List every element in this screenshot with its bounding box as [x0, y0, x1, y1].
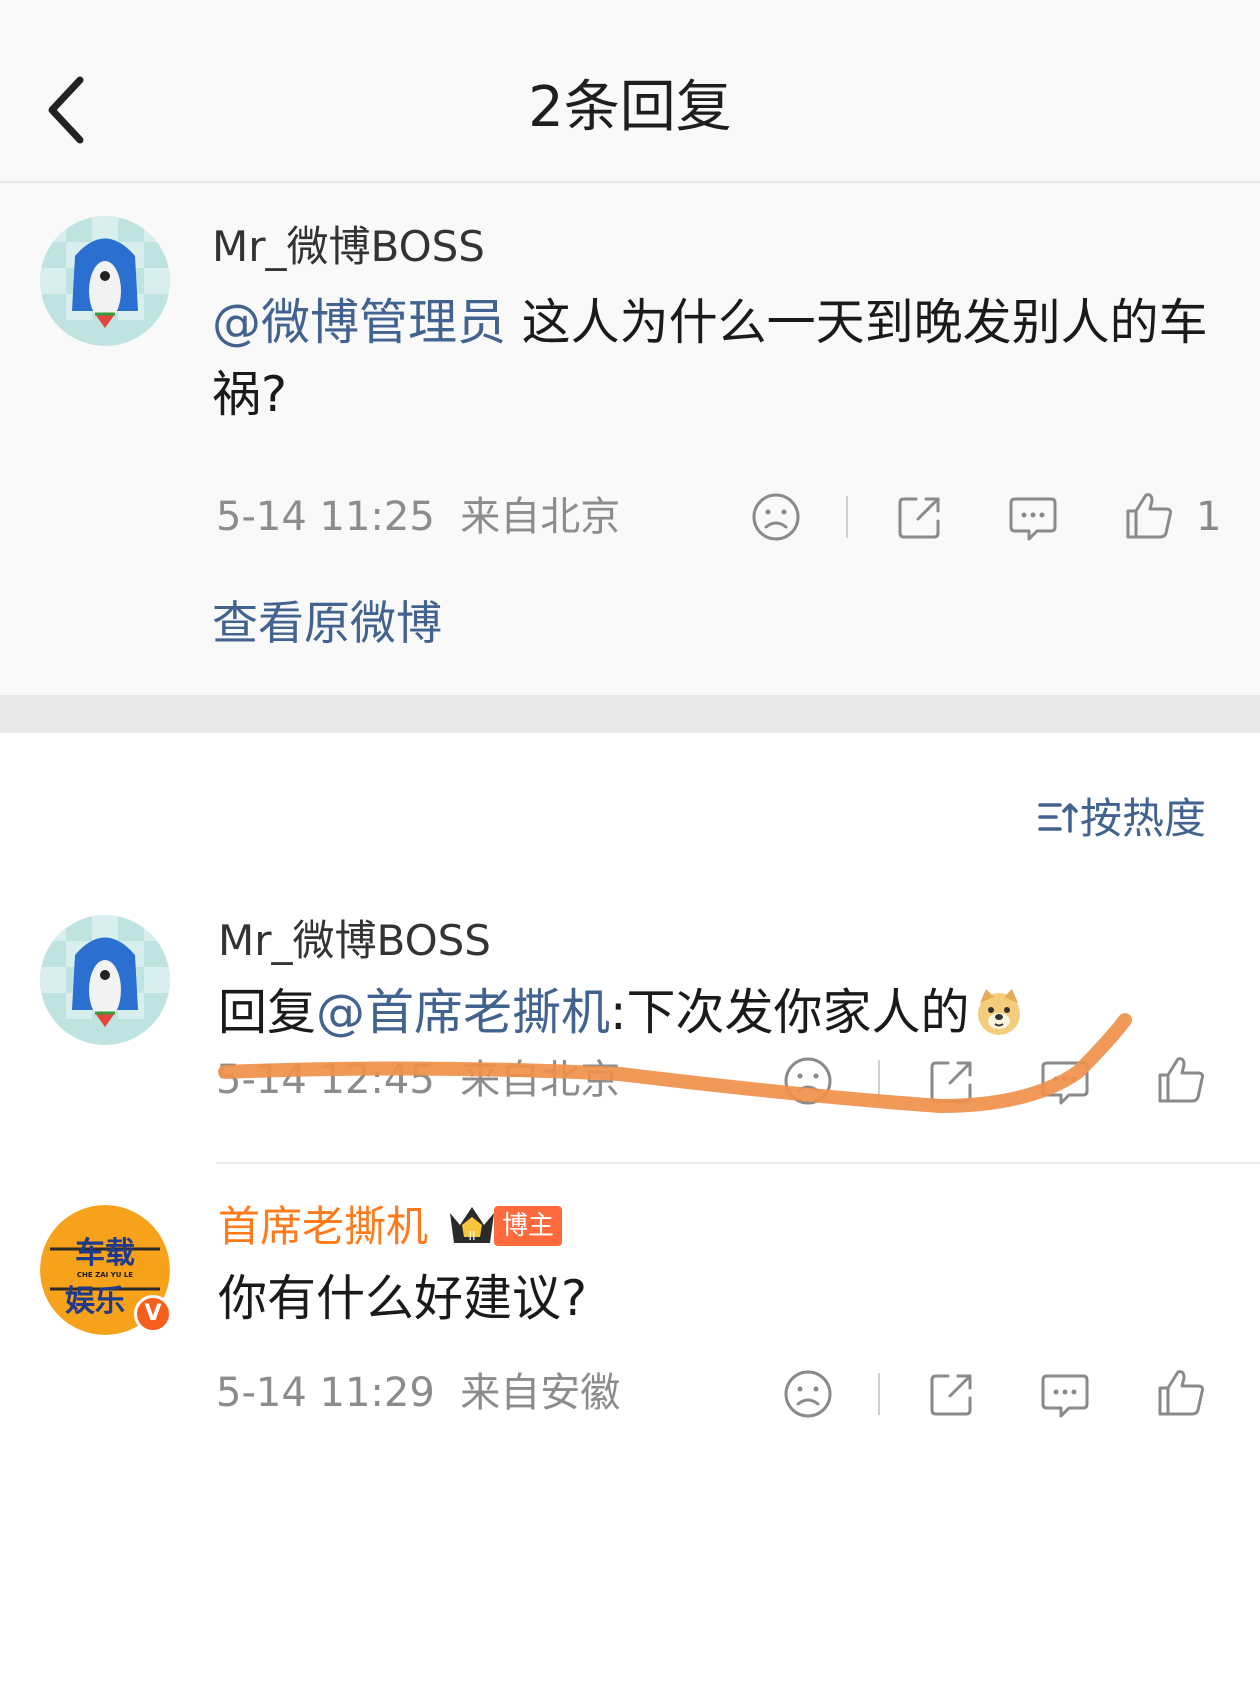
verified-label: V — [144, 1301, 162, 1326]
comment-icon — [1041, 1061, 1089, 1105]
avatar-subtext: CHE ZAI YU LE — [77, 1271, 133, 1279]
dislike-button[interactable] — [748, 489, 804, 545]
thumbs-up-icon — [1158, 1370, 1204, 1416]
fan-badge[interactable]: II 博主 — [446, 1203, 563, 1249]
comment-text: @微博管理员 这人为什么一天到晚发别人的车祸? — [212, 287, 1212, 431]
username[interactable]: Mr_微博BOSS — [218, 913, 491, 969]
reply-text: 回复@首席老撕机:下次发你家人的 — [218, 977, 1218, 1049]
timestamp: 5-14 11:25 — [216, 494, 435, 540]
sad-face-icon — [752, 493, 800, 541]
location: 来自北京 — [460, 1057, 621, 1103]
like-count: 1 — [1196, 494, 1222, 540]
original-comment: Mr_微博BOSS @微博管理员 这人为什么一天到晚发别人的车祸? 5-14 1… — [0, 183, 1260, 695]
section-divider — [0, 695, 1260, 733]
reply-meta: 5-14 12:45 来自北京 — [216, 1054, 620, 1106]
avatar-image — [40, 216, 170, 346]
comment-meta: 5-14 11:25 来自北京 — [216, 491, 620, 543]
share-icon — [930, 1374, 972, 1416]
view-original-link[interactable]: 查看原微博 — [212, 593, 442, 653]
timestamp: 5-14 11:29 — [216, 1370, 435, 1416]
like-button[interactable] — [1152, 1364, 1208, 1420]
divider — [846, 496, 848, 538]
sad-face-icon — [784, 1057, 832, 1105]
location: 来自安徽 — [460, 1370, 621, 1416]
thumbs-up-icon — [1158, 1057, 1204, 1103]
sort-icon — [1038, 803, 1078, 833]
reply-meta: 5-14 11:29 来自安徽 — [216, 1367, 620, 1419]
username[interactable]: Mr_微博BOSS — [212, 219, 485, 275]
avatar-text-2: 娱乐 — [65, 1284, 125, 1319]
comment-button[interactable] — [1037, 1053, 1093, 1109]
top-bar: 2条回复 — [0, 0, 1260, 183]
reply-prefix: 回复 — [218, 984, 317, 1041]
mention-link[interactable]: @首席老撕机 — [316, 984, 610, 1041]
location: 来自北京 — [460, 494, 621, 540]
mention-link[interactable]: @微博管理员 — [212, 294, 506, 351]
thumbs-up-icon — [1126, 493, 1172, 539]
sad-face-icon — [784, 1370, 832, 1418]
share-icon — [930, 1061, 972, 1103]
timestamp: 5-14 12:45 — [216, 1057, 435, 1103]
avatar-image — [40, 915, 170, 1045]
avatar[interactable] — [40, 216, 170, 346]
comment-button[interactable] — [1037, 1366, 1093, 1422]
reply-text: 你有什么好建议? — [218, 1270, 588, 1327]
username[interactable]: 首席老撕机 — [218, 1199, 428, 1255]
crown-icon: II — [450, 1207, 494, 1243]
avatar[interactable] — [40, 915, 170, 1045]
sort-label: 按热度 — [1080, 794, 1207, 843]
replies-list: 按热度 Mr_微博BOSS 回复@首席老撕机:下次发你家人的 5-14 12:4… — [0, 733, 1260, 1684]
like-button[interactable] — [1120, 487, 1176, 543]
comment-icon — [1009, 497, 1057, 541]
page-title: 2条回复 — [528, 75, 732, 140]
share-button[interactable] — [892, 489, 948, 545]
sort-toggle[interactable]: 按热度 — [1036, 791, 1206, 847]
comment-icon — [1041, 1374, 1089, 1418]
dislike-button[interactable] — [780, 1053, 836, 1109]
dislike-button[interactable] — [780, 1366, 836, 1422]
doge-emoji — [977, 989, 1020, 1035]
badge-label: 博主 — [494, 1206, 563, 1246]
verified-badge: V — [134, 1295, 172, 1333]
reply-separator — [216, 1162, 1260, 1164]
comment-button[interactable] — [1005, 489, 1061, 545]
divider — [878, 1373, 880, 1415]
like-button[interactable] — [1152, 1051, 1208, 1107]
avatar-text: 车载 — [75, 1236, 135, 1271]
svg-text:II: II — [468, 1229, 475, 1243]
reply-body: :下次发你家人的 — [610, 984, 970, 1041]
share-button[interactable] — [924, 1053, 980, 1109]
share-button[interactable] — [924, 1366, 980, 1422]
divider — [878, 1060, 880, 1102]
share-icon — [898, 497, 940, 539]
